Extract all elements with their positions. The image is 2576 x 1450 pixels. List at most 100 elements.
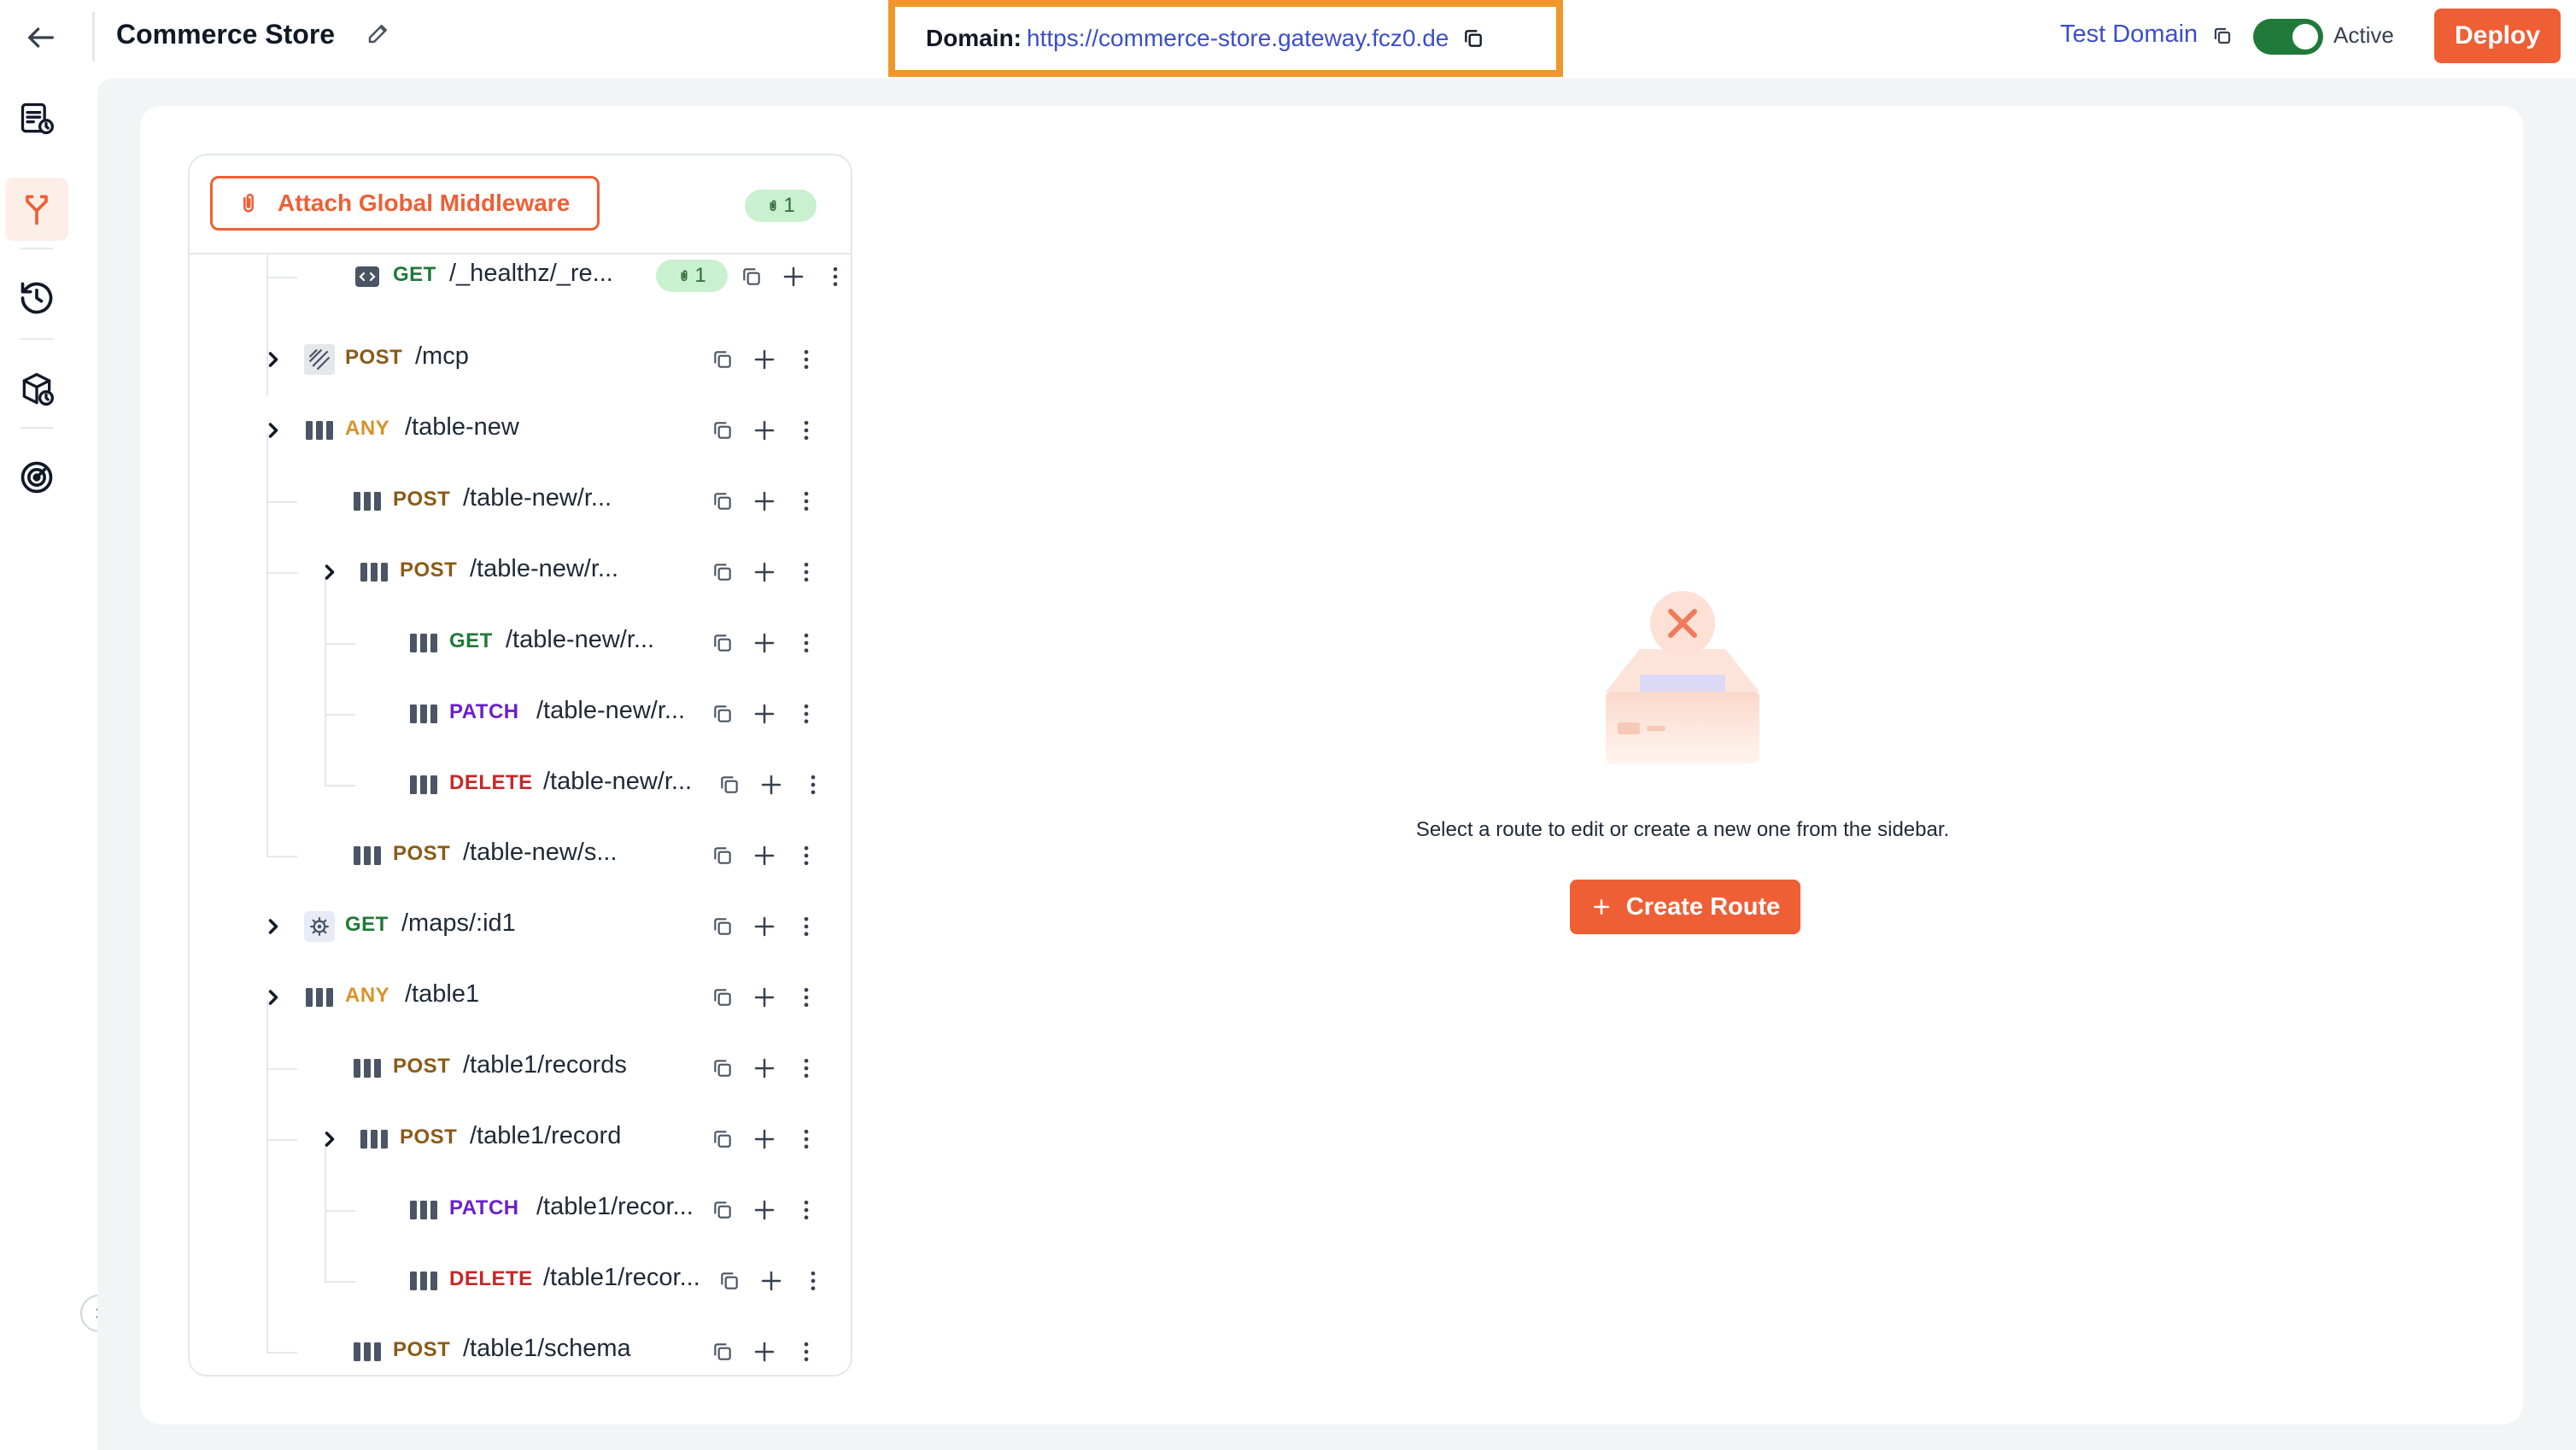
route-more-menu-button[interactable] [791,1053,822,1084]
copy-route-button[interactable] [707,628,738,658]
plus-icon [761,775,782,795]
copy-route-button[interactable] [707,1336,738,1367]
route-path: /_healthz/_re... [449,260,613,287]
route-more-menu-button[interactable] [798,1266,828,1296]
route-row[interactable]: PATCH/table-new/r... [190,680,851,748]
domain-url-link[interactable]: https://commerce-store.gateway.fcz0.de [1027,25,1449,52]
add-child-route-button[interactable] [749,982,780,1013]
route-more-menu-button[interactable] [820,261,851,292]
copy-route-button[interactable] [707,840,738,871]
table-icon [352,1053,383,1084]
copy-route-button[interactable] [707,982,738,1013]
arrow-left-icon [28,27,54,48]
gear-icon [304,911,335,942]
add-child-route-button[interactable] [749,628,780,658]
add-child-route-button[interactable] [749,1124,780,1155]
add-child-route-button[interactable] [749,1336,780,1367]
route-row[interactable]: POST/table-new/r... [190,538,851,606]
route-row[interactable]: ANY/table-new [190,396,851,465]
expand-route-chevron-icon[interactable] [261,985,285,1009]
copy-route-button[interactable] [707,699,738,729]
route-actions [707,344,833,375]
add-child-route-button[interactable] [749,1195,780,1225]
copy-route-button[interactable] [707,1053,738,1084]
route-row[interactable]: GET/table-new/r... [190,609,851,677]
copy-route-button[interactable] [707,486,738,517]
route-row[interactable]: POST/mcp [190,325,851,394]
add-child-route-button[interactable] [749,557,780,588]
icon [325,564,335,580]
copy-route-button[interactable] [707,415,738,446]
expand-route-chevron-icon[interactable] [318,1127,342,1151]
sidebar-item-packages[interactable] [5,357,68,420]
edit-title-button[interactable] [366,20,396,51]
copy-icon [714,1202,731,1219]
route-row[interactable]: POST/table1/record [190,1105,851,1173]
deploy-button[interactable]: Deploy [2434,9,2561,63]
active-toggle[interactable] [2253,19,2323,55]
add-child-route-button[interactable] [756,769,787,800]
expand-route-chevron-icon[interactable] [261,348,285,371]
expand-route-chevron-icon[interactable] [261,915,285,938]
route-more-menu-button[interactable] [791,486,822,517]
sidebar-item-routes[interactable] [5,178,68,241]
copy-domain-button[interactable] [1462,27,1484,50]
copy-route-button[interactable] [707,557,738,588]
more-vertical-icon [804,420,809,441]
route-more-menu-button[interactable] [791,911,822,942]
copy-test-domain-button[interactable] [2212,26,2233,46]
add-child-route-button[interactable] [778,261,809,292]
add-child-route-button[interactable] [749,415,780,446]
sidebar-item-history[interactable] [5,266,68,330]
route-more-menu-button[interactable] [791,1195,822,1225]
copy-route-button[interactable] [707,1195,738,1225]
route-more-menu-button[interactable] [791,557,822,588]
route-more-menu-button[interactable] [791,699,822,729]
copy-route-button[interactable] [707,1124,738,1155]
route-row[interactable]: DELETE/table-new/r... [190,751,851,819]
add-child-route-button[interactable] [749,486,780,517]
table-icon [408,628,439,658]
route-more-menu-button[interactable] [791,415,822,446]
route-row[interactable]: POST/table1/schema [190,1318,851,1375]
test-domain-link[interactable]: Test Domain [2060,20,2198,49]
table-icon [408,699,439,729]
copy-route-button[interactable] [714,1266,745,1296]
attach-global-middleware-button[interactable]: Attach Global Middleware [210,176,600,231]
copy-route-button[interactable] [707,344,738,375]
route-row[interactable]: PATCH/table1/recor... [190,1176,851,1244]
copy-icon [714,1060,731,1077]
route-row[interactable]: POST/table1/records [190,1034,851,1102]
sidebar-item-analytics[interactable] [5,446,68,509]
add-child-route-button[interactable] [749,840,780,871]
route-row[interactable]: DELETE/table1/recor... [190,1247,851,1315]
icon [306,988,333,1007]
route-more-menu-button[interactable] [791,344,822,375]
route-row[interactable]: GET/maps/:id1 [190,892,851,961]
add-child-route-button[interactable] [749,1053,780,1084]
expand-route-chevron-icon[interactable] [318,560,342,584]
add-child-route-button[interactable] [756,1266,787,1296]
route-more-menu-button[interactable] [791,840,822,871]
add-child-route-button[interactable] [749,699,780,729]
copy-route-button[interactable] [714,769,745,800]
route-row[interactable]: POST/table-new/s... [190,821,851,890]
copy-route-button[interactable] [736,261,767,292]
add-child-route-button[interactable] [749,911,780,942]
route-row[interactable]: POST/table-new/r... [190,467,851,535]
route-row[interactable]: ANY/table1 [190,963,851,1032]
copy-route-button[interactable] [707,911,738,942]
packages-icon [22,372,54,406]
route-more-menu-button[interactable] [791,1124,822,1155]
route-more-menu-button[interactable] [791,628,822,658]
sidebar-item-logs[interactable] [5,87,68,150]
tree-guide-branch [266,277,297,278]
expand-route-chevron-icon[interactable] [261,418,285,442]
back-button[interactable] [22,19,60,56]
route-more-menu-button[interactable] [791,1336,822,1367]
route-more-menu-button[interactable] [798,769,828,800]
route-more-menu-button[interactable] [791,982,822,1013]
route-row[interactable]: GET /_healthz/_re... 1 [190,243,851,311]
add-child-route-button[interactable] [749,344,780,375]
create-route-button[interactable]: Create Route [1570,880,1800,934]
